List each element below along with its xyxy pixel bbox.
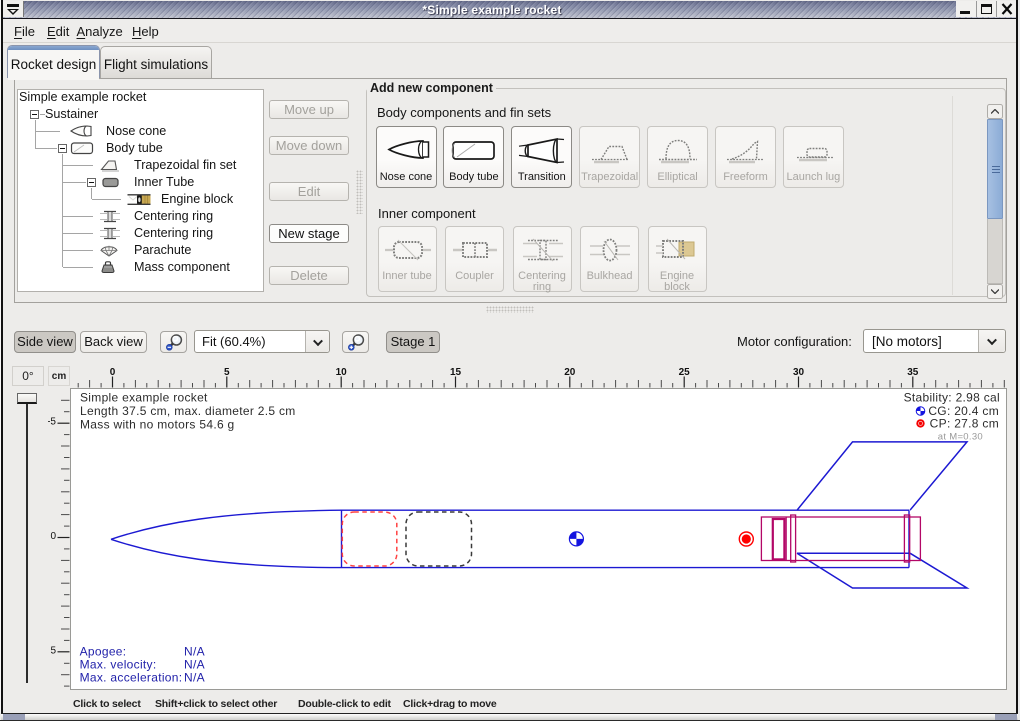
svg-text:10: 10 [336, 367, 348, 378]
svg-text:30: 30 [793, 367, 805, 378]
svg-text:20: 20 [564, 367, 576, 378]
svg-text:CP: 27.8 cm: CP: 27.8 cm [930, 416, 999, 430]
svg-text:35: 35 [907, 367, 919, 378]
svg-text:5: 5 [224, 367, 230, 378]
svg-text:0: 0 [50, 531, 56, 542]
svg-text:15: 15 [450, 367, 462, 378]
svg-text:5: 5 [50, 645, 56, 656]
svg-text:N/A: N/A [184, 657, 205, 671]
svg-text:-5: -5 [48, 417, 56, 428]
svg-text:0: 0 [110, 367, 116, 378]
svg-text:at M=0.30: at M=0.30 [938, 432, 983, 443]
svg-text:Length 37.5 cm, max. diameter: Length 37.5 cm, max. diameter 2.5 cm [80, 404, 296, 418]
svg-text:Mass with no motors 54.6 g: Mass with no motors 54.6 g [80, 417, 235, 431]
svg-text:25: 25 [679, 367, 691, 378]
svg-text:Simple example rocket: Simple example rocket [80, 391, 208, 405]
svg-text:Apogee:: Apogee: [80, 645, 127, 659]
svg-text:Max. velocity:: Max. velocity: [80, 657, 157, 671]
svg-text:Max. acceleration:: Max. acceleration: [80, 670, 183, 684]
svg-text:N/A: N/A [184, 645, 205, 659]
svg-text:N/A: N/A [184, 670, 205, 684]
svg-text:Stability: 2.98 cal: Stability: 2.98 cal [904, 391, 1000, 405]
